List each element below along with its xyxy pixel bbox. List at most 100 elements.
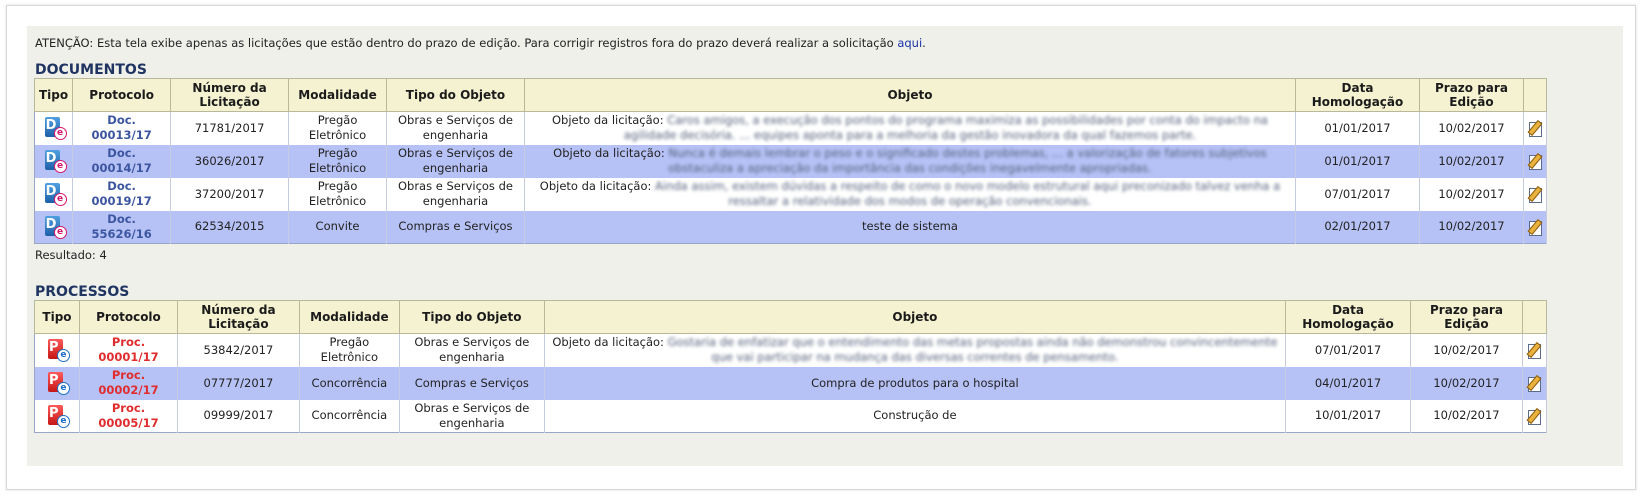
- edit-cell[interactable]: [1523, 144, 1548, 178]
- col-tipo[interactable]: Tipo: [33, 78, 74, 112]
- modalidade-cell: Pregão Eletrônico: [299, 333, 400, 367]
- type-cell: Pe: [34, 333, 80, 367]
- edit-icon[interactable]: [1527, 342, 1542, 360]
- protocol-link[interactable]: Doc. 55626/16: [92, 212, 152, 241]
- col-protocolo[interactable]: Protocolo: [78, 300, 178, 334]
- protocol-link[interactable]: Proc. 00001/17: [98, 335, 158, 364]
- numero-cell: 53842/2017: [177, 333, 300, 367]
- tipo-objeto-cell: Obras e Serviços de engenharia: [386, 177, 525, 211]
- prazo-edicao-cell: 10/02/2017: [1419, 210, 1524, 244]
- type-cell: De: [34, 144, 74, 178]
- protocolo-cell[interactable]: Doc. 55626/16: [72, 210, 172, 244]
- table-row: Pe Proc. 00002/17 07777/2017 Concorrência Co…: [34, 366, 1548, 400]
- numero-cell: 09999/2017: [177, 399, 300, 433]
- edit-cell[interactable]: [1523, 111, 1548, 145]
- objeto-text: Gostaria de enfatizar que o entendimento…: [667, 335, 1278, 365]
- modalidade-cell: Concorrência: [299, 399, 400, 433]
- col-modalidade[interactable]: Modalidade: [288, 78, 388, 112]
- modalidade-cell: Convite: [288, 210, 388, 244]
- table-row: De Doc. 00019/17 37200/2017 Pregão Eletrôni…: [34, 177, 1548, 211]
- process-e-icon: Pe: [46, 371, 70, 395]
- notice-suffix: .: [922, 36, 926, 50]
- tipo-objeto-cell: Compras e Serviços: [386, 210, 525, 244]
- objeto-text: Ainda assim, existem dúvidas a respeito …: [655, 179, 1281, 208]
- numero-cell: 37200/2017: [170, 177, 290, 211]
- objeto-cell: Compra de produtos para o hospital: [544, 366, 1287, 400]
- objeto-text: Caros amigos, a execução dos pontos do p…: [623, 113, 1268, 143]
- numero-cell: 71781/2017: [170, 111, 290, 145]
- edit-icon[interactable]: [1527, 185, 1543, 203]
- table-row: De Doc. 00013/17 71781/2017 Pregão Eletrôni…: [34, 111, 1548, 145]
- protocolo-cell[interactable]: Doc. 00013/17: [72, 111, 172, 145]
- col-prazo-edicao[interactable]: Prazo para Edição: [1418, 78, 1524, 112]
- col-protocolo[interactable]: Protocolo: [72, 78, 172, 112]
- document-e-icon: De: [43, 116, 67, 141]
- processos-title: PROCESSOS: [35, 284, 130, 300]
- protocol-link[interactable]: Doc. 00013/17: [92, 113, 152, 142]
- modalidade-cell: Pregão Eletrônico: [288, 111, 388, 145]
- edit-icon[interactable]: [1527, 374, 1542, 392]
- prazo-edicao-cell: 10/02/2017: [1410, 333, 1523, 367]
- request-link[interactable]: aqui: [897, 36, 922, 50]
- documentos-table: Tipo Protocolo Número da Licitação Modal…: [33, 78, 1548, 244]
- prazo-edicao-cell: 10/02/2017: [1410, 366, 1523, 400]
- data-homologacao-cell: 02/01/2017: [1295, 210, 1420, 244]
- protocolo-cell[interactable]: Doc. 00014/17: [72, 144, 172, 178]
- col-objeto[interactable]: Objeto: [523, 78, 1297, 112]
- prazo-edicao-cell: 10/02/2017: [1410, 399, 1523, 433]
- col-tipo-objeto[interactable]: Tipo do Objeto: [386, 78, 525, 112]
- protocolo-cell[interactable]: Proc. 00002/17: [79, 366, 178, 400]
- protocolo-cell[interactable]: Doc. 00019/17: [72, 177, 172, 211]
- edit-icon[interactable]: [1527, 152, 1543, 170]
- protocol-link[interactable]: Proc. 00002/17: [98, 368, 158, 397]
- objeto-cell: Objeto da licitação: Gostaria de enfatiz…: [544, 333, 1287, 367]
- edit-icon[interactable]: [1527, 218, 1543, 236]
- processos-table: Tipo Protocolo Número da Licitação Modal…: [34, 300, 1548, 433]
- documentos-title: DOCUMENTOS: [35, 62, 147, 78]
- modalidade-cell: Pregão Eletrônico: [288, 144, 388, 178]
- edit-cell[interactable]: [1522, 399, 1548, 433]
- tipo-objeto-cell: Obras e Serviços de engenharia: [399, 399, 545, 433]
- edit-cell[interactable]: [1523, 210, 1548, 244]
- objeto-cell: Objeto da licitação: Nunca é demais lemb…: [524, 144, 1297, 178]
- col-edit: [1521, 300, 1548, 334]
- table-row: Pe Proc. 00001/17 53842/2017 Pregão Eletrôn…: [34, 333, 1548, 367]
- edit-cell[interactable]: [1522, 333, 1548, 367]
- col-tipo-objeto[interactable]: Tipo do Objeto: [398, 300, 545, 334]
- protocol-link[interactable]: Doc. 00014/17: [92, 146, 152, 175]
- edit-icon[interactable]: [1527, 120, 1543, 138]
- numero-cell: 36026/2017: [170, 144, 290, 178]
- data-homologacao-cell: 07/01/2017: [1295, 177, 1420, 211]
- tipo-objeto-cell: Obras e Serviços de engenharia: [399, 333, 545, 367]
- process-e-icon: Pe: [46, 338, 70, 363]
- modalidade-cell: Pregão Eletrônico: [288, 177, 388, 211]
- edit-icon[interactable]: [1527, 407, 1542, 425]
- type-cell: Pe: [34, 399, 80, 433]
- col-prazo-edicao[interactable]: Prazo para Edição: [1410, 300, 1523, 334]
- prazo-edicao-cell: 10/02/2017: [1419, 111, 1524, 145]
- document-e-icon: De: [43, 215, 67, 239]
- notice-message: ATENÇÃO: Esta tela exibe apenas as licit…: [35, 36, 898, 50]
- protocol-link[interactable]: Doc. 00019/17: [92, 179, 152, 208]
- tipo-objeto-cell: Compras e Serviços: [399, 366, 545, 400]
- type-cell: Pe: [34, 366, 80, 400]
- documentos-header-row: Tipo Protocolo Número da Licitação Modal…: [33, 78, 1548, 112]
- col-data-homologacao[interactable]: Data Homologação: [1295, 78, 1420, 112]
- edit-cell[interactable]: [1523, 177, 1548, 211]
- objeto-cell: Construção de: [544, 399, 1287, 433]
- protocolo-cell[interactable]: Proc. 00001/17: [79, 333, 178, 367]
- col-objeto[interactable]: Objeto: [543, 300, 1287, 334]
- edit-cell[interactable]: [1522, 366, 1548, 400]
- col-numero[interactable]: Número da Licitação: [176, 300, 300, 334]
- protocolo-cell[interactable]: Proc. 00005/17: [79, 399, 178, 433]
- col-tipo[interactable]: Tipo: [34, 300, 80, 334]
- objeto-prefix: Objeto da licitação:: [553, 146, 665, 160]
- prazo-edicao-cell: 10/02/2017: [1419, 177, 1524, 211]
- col-numero[interactable]: Número da Licitação: [170, 78, 290, 112]
- objeto-cell: Objeto da licitação: Caros amigos, a exe…: [524, 111, 1297, 145]
- protocol-link[interactable]: Proc. 00005/17: [98, 401, 158, 430]
- objeto-prefix: Objeto da licitação:: [539, 179, 652, 193]
- objeto-prefix: Objeto da licitação:: [552, 113, 664, 128]
- col-data-homologacao[interactable]: Data Homologação: [1285, 300, 1411, 334]
- col-modalidade[interactable]: Modalidade: [298, 300, 400, 334]
